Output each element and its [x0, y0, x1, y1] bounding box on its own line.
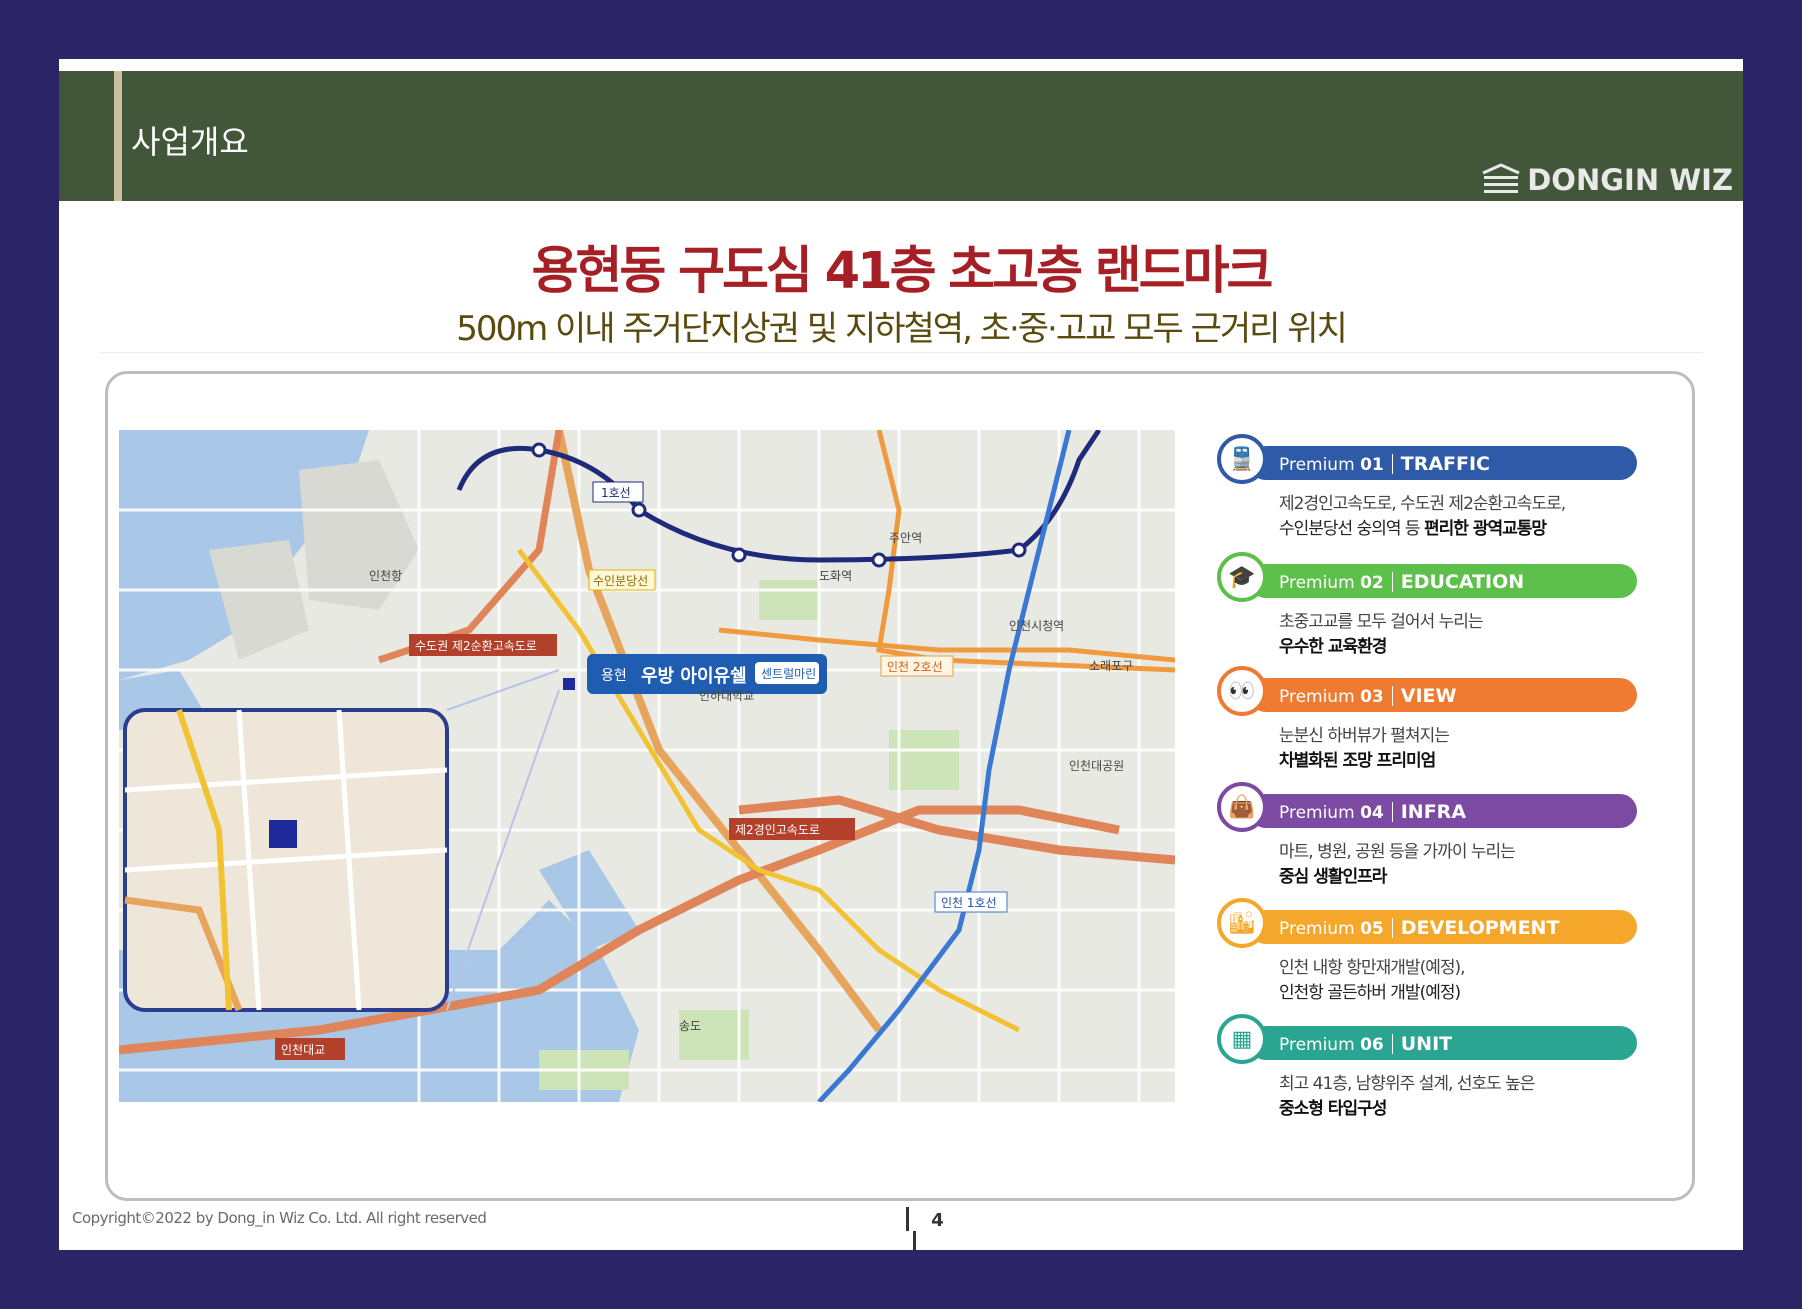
premium-label: Premium 06 UNIT — [1279, 1033, 1452, 1055]
map-road-label: 인천대교 — [281, 1042, 325, 1057]
location-map: 용현 우방 아이유쉘 센트럴마린 수도권 제2순환고속도로 제2경인고속도로 인… — [119, 430, 1175, 1102]
header-accent-bar — [114, 71, 122, 201]
binoculars-icon: 👀 — [1217, 666, 1267, 716]
premium-desc-line2: 우수한 교육환경 — [1279, 632, 1387, 657]
premium-category: UNIT — [1400, 1033, 1453, 1055]
premium-word: Premium — [1279, 455, 1355, 475]
premium-word: Premium — [1279, 919, 1355, 939]
page-number-value: 4 — [931, 1210, 944, 1231]
map-place-label: 인하대학교 — [699, 689, 754, 703]
shopping-bag-icon: 👜 — [1217, 782, 1267, 832]
premium-category: EDUCATION — [1400, 571, 1525, 593]
map-place-label: 인천항 — [369, 568, 402, 583]
copyright-notice: Copyright©2022 by Dong_in Wiz Co. Ltd. A… — [72, 1209, 487, 1227]
premium-category: INFRA — [1400, 801, 1467, 823]
section-title: 사업개요 — [131, 123, 249, 161]
premium-desc-bold: 차별화된 조망 프리미엄 — [1279, 751, 1436, 771]
premium-desc-line1: 제2경인고속도로, 수도권 제2순환고속도로, — [1279, 494, 1566, 514]
map-road-label: 제2경인고속도로 — [735, 823, 820, 837]
premium-desc-line2: 수인분당선 숭의역 등 편리한 광역교통망 — [1279, 514, 1547, 539]
page-headline: 용현동 구도심 41층 초고층 랜드마크 — [531, 242, 1274, 301]
train-icon: 🚆 — [1217, 434, 1267, 484]
premium-desc-line2: 인천항 골든하버 개발(예정) — [1279, 978, 1461, 1003]
premium-desc-line2: 차별화된 조망 프리미엄 — [1279, 746, 1436, 771]
map-road-label: 수도권 제2순환고속도로 — [415, 639, 537, 653]
slide: 사업개요 DONGIN WIZ 용현동 구도심 41층 초고층 랜드마크 500… — [59, 59, 1743, 1250]
premium-item-traffic: 🚆 Premium 01 TRAFFIC 제2경인고속도로, 수도권 제2순환고속… — [1217, 431, 1647, 541]
divider — [99, 352, 1703, 353]
map-road-label: 인천 2호선 — [887, 659, 943, 674]
premium-word: Premium — [1279, 1035, 1355, 1055]
premium-desc-line2: 중소형 타입구성 — [1279, 1094, 1387, 1119]
company-logo: DONGIN WIZ — [1481, 163, 1733, 197]
premium-desc-bold: 우수한 교육환경 — [1279, 637, 1387, 657]
premium-label: Premium 02 EDUCATION — [1279, 571, 1524, 593]
premium-desc-normal: 수인분당선 숭의역 등 — [1279, 519, 1424, 539]
graduation-cap-icon: 🎓 — [1217, 552, 1267, 602]
premium-desc-bold: 중심 생활인프라 — [1279, 867, 1387, 887]
map-place-label: 도화역 — [819, 569, 852, 583]
page-subheadline: 500m 이내 주거단지상권 및 지하철역, 초·중·고교 모두 근거리 위치 — [456, 309, 1348, 349]
premium-number: 02 — [1360, 573, 1384, 593]
premium-category: VIEW — [1400, 685, 1457, 707]
buildings-icon: 🏙 — [1217, 898, 1267, 948]
map-place-label: 소래포구 — [1089, 659, 1133, 673]
logo-text: DONGIN WIZ — [1527, 163, 1733, 197]
map-place-label: 송도 — [679, 1019, 701, 1033]
premium-number: 06 — [1360, 1035, 1384, 1055]
project-label-main: 우방 아이유쉘 — [641, 666, 747, 687]
map-place-label: 인천대공원 — [1069, 758, 1124, 773]
premium-number: 04 — [1360, 803, 1384, 823]
map-graphic: 용현 우방 아이유쉘 센트럴마린 수도권 제2순환고속도로 제2경인고속도로 인… — [119, 430, 1175, 1102]
map-place-label: 인천시청역 — [1009, 618, 1064, 633]
premium-word: Premium — [1279, 573, 1355, 593]
map-road-label: 1호선 — [601, 486, 631, 500]
premium-label: Premium 01 TRAFFIC — [1279, 453, 1490, 475]
header-band: 사업개요 DONGIN WIZ — [59, 71, 1743, 201]
premium-label: Premium 04 INFRA — [1279, 801, 1466, 823]
premium-desc-line1: 최고 41층, 남향위주 설계, 선호도 높은 — [1279, 1074, 1535, 1094]
premium-item-view: 👀 Premium 03 VIEW 눈분신 하버뷰가 펼쳐지는 차별화된 조망 프… — [1217, 663, 1647, 773]
logo-mark-icon — [1482, 163, 1520, 193]
premium-word: Premium — [1279, 687, 1355, 707]
premium-word: Premium — [1279, 803, 1355, 823]
project-label-prefix: 용현 — [601, 668, 627, 684]
premium-category: TRAFFIC — [1400, 453, 1491, 475]
premium-number: 03 — [1360, 687, 1384, 707]
premium-desc-line1: 마트, 병원, 공원 등을 가까이 누리는 — [1279, 842, 1516, 862]
floorplan-icon: ▦ — [1217, 1014, 1267, 1064]
map-road-label: 인천 1호선 — [941, 895, 997, 910]
premium-item-infra: 👜 Premium 04 INFRA 마트, 병원, 공원 등을 가까이 누리는 … — [1217, 779, 1647, 889]
project-label-tag: 센트럴마린 — [761, 667, 816, 681]
premium-item-unit: ▦ Premium 06 UNIT 최고 41층, 남향위주 설계, 선호도 높은… — [1217, 1011, 1647, 1121]
premium-desc-line1: 눈분신 하버뷰가 펼쳐지는 — [1279, 726, 1450, 746]
premium-item-development: 🏙 Premium 05 DEVELOPMENT 인천 내항 항만재개발(예정),… — [1217, 895, 1647, 1005]
premium-desc-line1: 초중고교를 모두 걸어서 누리는 — [1279, 612, 1484, 632]
page-number: 4 — [869, 1207, 959, 1250]
premium-number: 05 — [1360, 919, 1384, 939]
premium-label: Premium 05 DEVELOPMENT — [1279, 917, 1559, 939]
premium-desc-line1: 인천 내항 항만재개발(예정), — [1279, 958, 1466, 978]
premium-desc-line2: 중심 생활인프라 — [1279, 862, 1387, 887]
premium-category: DEVELOPMENT — [1400, 917, 1560, 939]
premium-desc-bold: 중소형 타입구성 — [1279, 1099, 1387, 1119]
premium-desc-bold: 편리한 광역교통망 — [1423, 519, 1547, 539]
map-place-label: 주안역 — [889, 531, 922, 545]
premium-label: Premium 03 VIEW — [1279, 685, 1456, 707]
premium-number: 01 — [1360, 455, 1384, 475]
map-road-label: 수인분당선 — [593, 574, 648, 588]
premium-item-education: 🎓 Premium 02 EDUCATION 초중고교를 모두 걸어서 누리는 우… — [1217, 549, 1647, 659]
premium-desc-normal: 인천항 골든하버 개발(예정) — [1279, 983, 1461, 1003]
